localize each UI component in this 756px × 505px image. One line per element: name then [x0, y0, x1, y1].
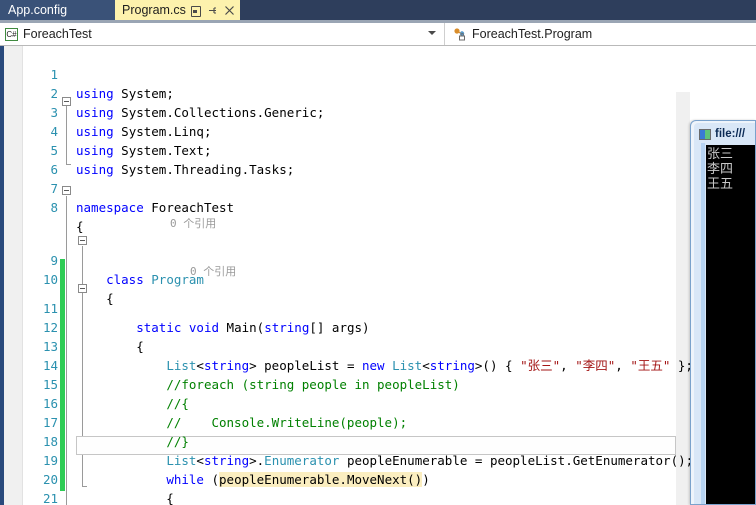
project-selector[interactable]: C# ForeachTest: [0, 23, 445, 45]
csharp-icon: C#: [5, 27, 18, 41]
code-line[interactable]: 14 //foreach (string people in peopleLis…: [0, 337, 690, 392]
tab-app-config[interactable]: App.config: [0, 0, 115, 20]
tab-program-cs-label: Program.cs: [122, 3, 186, 17]
code-line[interactable]: 21 Console.WriteLine(peopleEnumerable.Cu…: [0, 470, 690, 505]
code-editor[interactable]: 0 个引用 0 个引用 1 using System; 2 using Syst…: [0, 46, 756, 505]
codelens-class-references[interactable]: 0 个引用: [170, 216, 216, 232]
code-line[interactable]: 9 class Program: [0, 232, 690, 287]
code-line[interactable]: 3 using System.Linq;: [0, 84, 690, 139]
tab-program-cs[interactable]: Program.cs: [115, 0, 240, 20]
console-left-edge: [701, 143, 705, 504]
code-line[interactable]: 1 using System;: [0, 46, 690, 101]
code-line[interactable]: 11 static void Main(string[] args): [0, 280, 690, 335]
code-line[interactable]: 5 using System.Threading.Tasks;: [0, 122, 690, 177]
code-line[interactable]: 12 {: [0, 299, 690, 354]
code-line[interactable]: 20 {: [0, 451, 690, 505]
code-line[interactable]: 7 namespace ForeachTest: [0, 160, 690, 215]
console-chrome: file:/// 张三 李四 王五: [694, 123, 755, 504]
code-line[interactable]: 17 //}: [0, 394, 690, 449]
code-line[interactable]: 10 {: [0, 251, 690, 306]
console-output: 张三 李四 王五: [706, 145, 755, 504]
console-output-line: 王五: [707, 177, 734, 192]
close-icon[interactable]: [224, 5, 235, 16]
code-line[interactable]: 22 }: [0, 489, 690, 505]
code-canvas[interactable]: 0 个引用 0 个引用 1 using System; 2 using Syst…: [0, 46, 756, 505]
console-window[interactable]: file:/// 张三 李四 王五: [690, 120, 756, 505]
code-line[interactable]: 16 // Console.WriteLine(people);: [0, 375, 690, 430]
code-line[interactable]: 6: [0, 141, 690, 177]
class-member-icon: [452, 27, 467, 41]
console-output-line: 张三: [707, 147, 734, 162]
visual-studio-window: App.config Program.cs C# ForeachTest For…: [0, 0, 756, 505]
code-line[interactable]: 4 using System.Text;: [0, 103, 690, 158]
code-line[interactable]: 8 {: [0, 179, 690, 234]
save-icon[interactable]: [190, 5, 201, 17]
tab-app-config-label: App.config: [8, 3, 68, 17]
console-window-icon: [699, 128, 711, 140]
console-output-line: 李四: [707, 162, 734, 177]
member-name: ForeachTest.Program: [472, 27, 593, 41]
member-selector[interactable]: ForeachTest.Program: [445, 23, 756, 45]
code-line[interactable]: 2 using System.Collections.Generic;: [0, 65, 690, 120]
code-line[interactable]: 18 List<string>.Enumerator peopleEnumera…: [0, 413, 693, 468]
pin-icon[interactable]: [207, 5, 218, 16]
editor-tab-strip: App.config Program.cs: [0, 0, 756, 20]
code-line[interactable]: 15 //{: [0, 356, 690, 411]
navigation-bar: C# ForeachTest ForeachTest.Program: [0, 23, 756, 46]
code-line[interactable]: 19 while (peopleEnumerable.MoveNext()): [0, 432, 690, 488]
console-title-bar[interactable]: file:///: [699, 126, 745, 142]
line-text: namespace ForeachTest: [76, 200, 235, 216]
chevron-down-icon[interactable]: [428, 31, 436, 35]
console-title-text: file:///: [715, 128, 746, 140]
line-number: 8: [50, 200, 58, 216]
code-line[interactable]: 13 List<string> peopleList = new List<st…: [0, 318, 693, 373]
project-name: ForeachTest: [23, 27, 92, 41]
